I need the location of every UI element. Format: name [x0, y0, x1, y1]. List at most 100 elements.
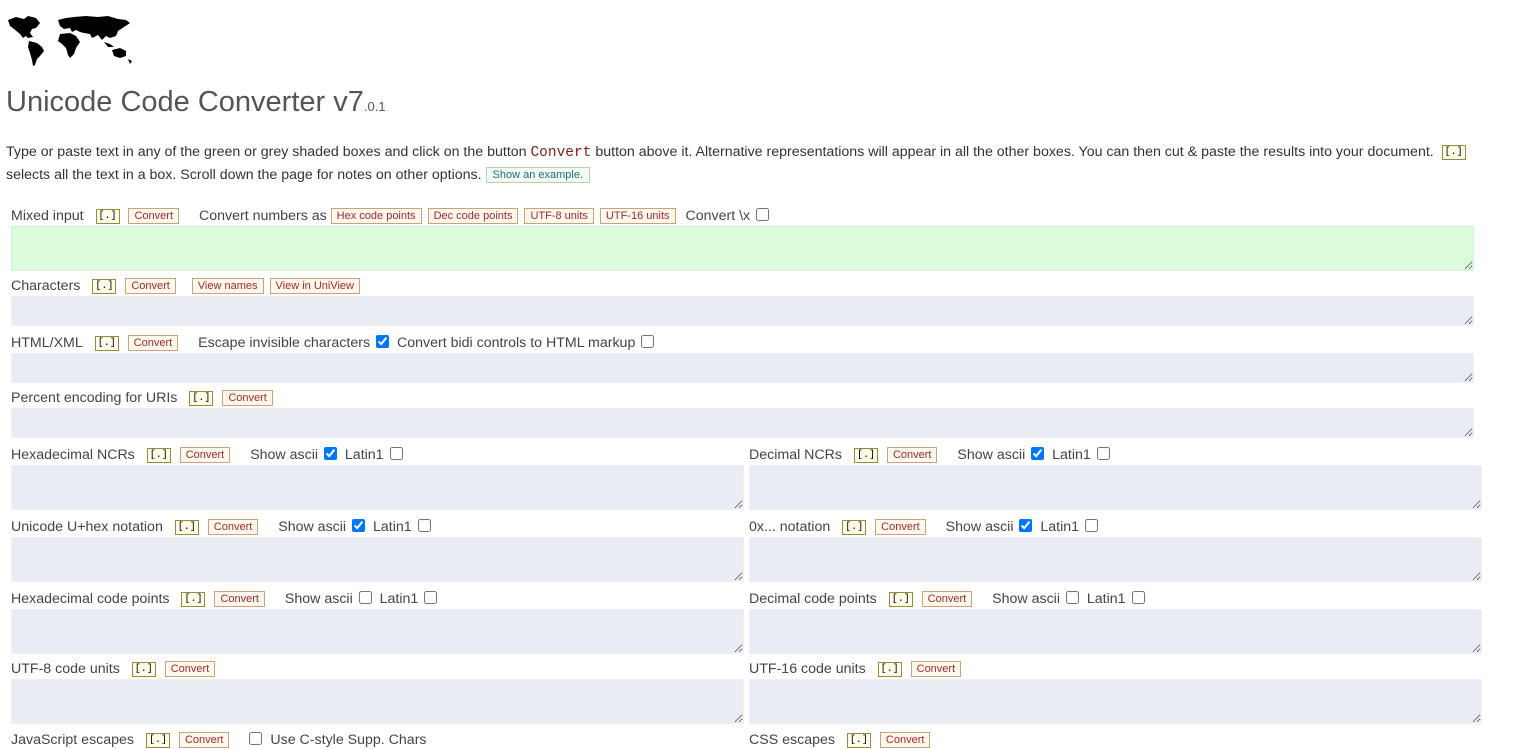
css-header: CSS escapes [.] Convert	[749, 731, 936, 749]
dec-code-points-button[interactable]: Dec code points	[427, 208, 519, 225]
js-cstyle-checkbox[interactable]	[249, 732, 263, 745]
dec-ncr-header: Decimal NCRs [.] Convert Show ascii Lati…	[749, 446, 1114, 464]
dec-cp-convert-button[interactable]: Convert	[921, 591, 973, 608]
hex-cp-ascii-checkbox[interactable]	[358, 591, 372, 604]
zerox-latin1-checkbox[interactable]	[1085, 519, 1098, 532]
js-convert-button[interactable]: Convert	[178, 732, 230, 749]
utf8-convert-button[interactable]: Convert	[164, 661, 216, 678]
dec-ncr-convert-button[interactable]: Convert	[886, 447, 938, 464]
html-convert-button[interactable]: Convert	[127, 335, 179, 352]
mixed-convert-button[interactable]: Convert	[128, 208, 180, 225]
uplus-ascii-checkbox[interactable]	[352, 519, 366, 532]
escape-invisible-label: Escape invisible characters	[198, 335, 371, 351]
convert-numbers-label: Convert numbers as	[198, 208, 327, 224]
title-version: .0.1	[363, 99, 386, 114]
uplus-label: Unicode U+hex notation	[11, 519, 163, 535]
uplus-header: Unicode U+hex notation [.] Convert Show …	[11, 518, 435, 536]
zerox-show-ascii-label: Show ascii	[945, 519, 1014, 535]
intro-part2: button above it. Alternative representat…	[591, 144, 1438, 160]
hex-cp-select-all-icon[interactable]: [.]	[181, 591, 206, 607]
css-label: CSS escapes	[749, 732, 835, 748]
css-convert-button[interactable]: Convert	[879, 732, 931, 749]
uplus-show-ascii-label: Show ascii	[278, 519, 347, 535]
html-textarea[interactable]	[11, 353, 1474, 383]
hex-cp-textarea[interactable]	[11, 609, 744, 654]
dec-cp-select-all-icon[interactable]: [.]	[888, 591, 913, 607]
intro-part1: Type or paste text in any of the green o…	[6, 144, 531, 160]
zerox-label: 0x... notation	[749, 519, 831, 535]
utf16-header: UTF-16 code units [.] Convert	[749, 660, 967, 678]
js-label: JavaScript escapes	[11, 732, 135, 748]
dec-ncr-ascii-checkbox[interactable]	[1031, 447, 1045, 460]
characters-textarea[interactable]	[11, 296, 1474, 326]
hex-ncr-convert-button[interactable]: Convert	[179, 447, 231, 464]
hex-code-points-button[interactable]: Hex code points	[330, 208, 422, 225]
zerox-ascii-checkbox[interactable]	[1019, 519, 1033, 532]
js-select-all-icon[interactable]: [.]	[145, 732, 170, 748]
utf8-units-button[interactable]: UTF-8 units	[524, 208, 594, 225]
uplus-select-all-icon[interactable]: [.]	[174, 519, 199, 535]
html-header: HTML/XML [.] Convert Escape invisible ch…	[11, 334, 658, 352]
uplus-latin1-checkbox[interactable]	[417, 519, 431, 532]
characters-header: Characters [.] Convert View names View in…	[11, 277, 366, 295]
utf16-select-all-icon[interactable]: [.]	[877, 661, 902, 677]
css-select-all-icon[interactable]: [.]	[846, 732, 871, 748]
hex-cp-latin1-checkbox[interactable]	[424, 591, 438, 604]
characters-select-all-icon[interactable]: [.]	[92, 278, 117, 294]
hex-ncr-show-ascii-label: Show ascii	[250, 447, 319, 463]
title-main: Unicode Code Converter v7	[6, 86, 364, 118]
hex-ncr-latin1-label: Latin1	[344, 447, 384, 463]
hex-ncr-header: Hexadecimal NCRs [.] Convert Show ascii …	[11, 446, 407, 464]
zerox-header: 0x... notation [.] Convert Show ascii La…	[749, 518, 1102, 536]
utf16-textarea[interactable]	[749, 679, 1482, 724]
percent-select-all-icon[interactable]: [.]	[189, 390, 214, 406]
uplus-latin1-label: Latin1	[372, 519, 412, 535]
dec-cp-latin1-checkbox[interactable]	[1131, 591, 1145, 604]
hex-ncr-latin1-checkbox[interactable]	[389, 447, 403, 460]
characters-convert-button[interactable]: Convert	[125, 278, 176, 295]
hex-ncr-ascii-checkbox[interactable]	[323, 447, 337, 460]
escape-invisible-checkbox[interactable]	[376, 335, 389, 348]
intro-text: Type or paste text in any of the green o…	[6, 141, 1496, 186]
utf16-units-button[interactable]: UTF-16 units	[599, 208, 676, 225]
zerox-convert-button[interactable]: Convert	[875, 519, 926, 536]
percent-convert-button[interactable]: Convert	[222, 390, 273, 407]
dec-cp-show-ascii-label: Show ascii	[992, 591, 1060, 607]
bidi-markup-label: Convert bidi controls to HTML markup	[396, 335, 636, 351]
hex-cp-latin1-label: Latin1	[379, 591, 419, 607]
hex-ncr-label: Hexadecimal NCRs	[11, 447, 135, 463]
dec-cp-ascii-checkbox[interactable]	[1065, 591, 1079, 604]
hex-cp-header: Hexadecimal code points [.] Convert Show…	[11, 590, 441, 608]
hex-ncr-select-all-icon[interactable]: [.]	[146, 447, 171, 463]
utf8-textarea[interactable]	[11, 679, 744, 724]
percent-header: Percent encoding for URIs [.] Convert	[11, 389, 279, 407]
utf8-select-all-icon[interactable]: [.]	[131, 661, 156, 677]
dec-ncr-latin1-checkbox[interactable]	[1096, 447, 1110, 460]
html-select-all-icon[interactable]: [.]	[94, 335, 119, 351]
dec-ncr-label: Decimal NCRs	[749, 447, 843, 463]
characters-label: Characters	[11, 278, 81, 294]
bidi-markup-checkbox[interactable]	[641, 335, 655, 348]
mixed-input-textarea[interactable]	[11, 226, 1474, 271]
mixed-input-header: Mixed input [.] Convert Convert numbers …	[11, 207, 773, 225]
percent-textarea[interactable]	[11, 408, 1474, 438]
show-example-button[interactable]: Show an example.	[485, 167, 591, 184]
dec-cp-textarea[interactable]	[749, 609, 1482, 654]
uplus-textarea[interactable]	[11, 537, 744, 582]
view-uniview-button[interactable]: View in UniView	[269, 278, 360, 295]
zerox-select-all-icon[interactable]: [.]	[842, 519, 867, 535]
convert-x-label: Convert \x	[685, 208, 751, 224]
hex-cp-convert-button[interactable]: Convert	[214, 591, 265, 608]
utf16-convert-button[interactable]: Convert	[910, 661, 962, 678]
view-names-button[interactable]: View names	[191, 278, 264, 295]
hex-ncr-textarea[interactable]	[11, 465, 744, 510]
convert-x-checkbox[interactable]	[756, 208, 770, 221]
page-title: Unicode Code Converter v7.0.1	[6, 86, 386, 119]
dec-ncr-textarea[interactable]	[749, 465, 1482, 510]
uplus-convert-button[interactable]: Convert	[207, 519, 259, 536]
select-all-icon: [.]	[1441, 144, 1466, 160]
mixed-input-label: Mixed input	[11, 208, 84, 224]
dec-ncr-select-all-icon[interactable]: [.]	[853, 447, 878, 463]
zerox-textarea[interactable]	[749, 537, 1482, 582]
mixed-select-all-icon[interactable]: [.]	[95, 208, 120, 224]
